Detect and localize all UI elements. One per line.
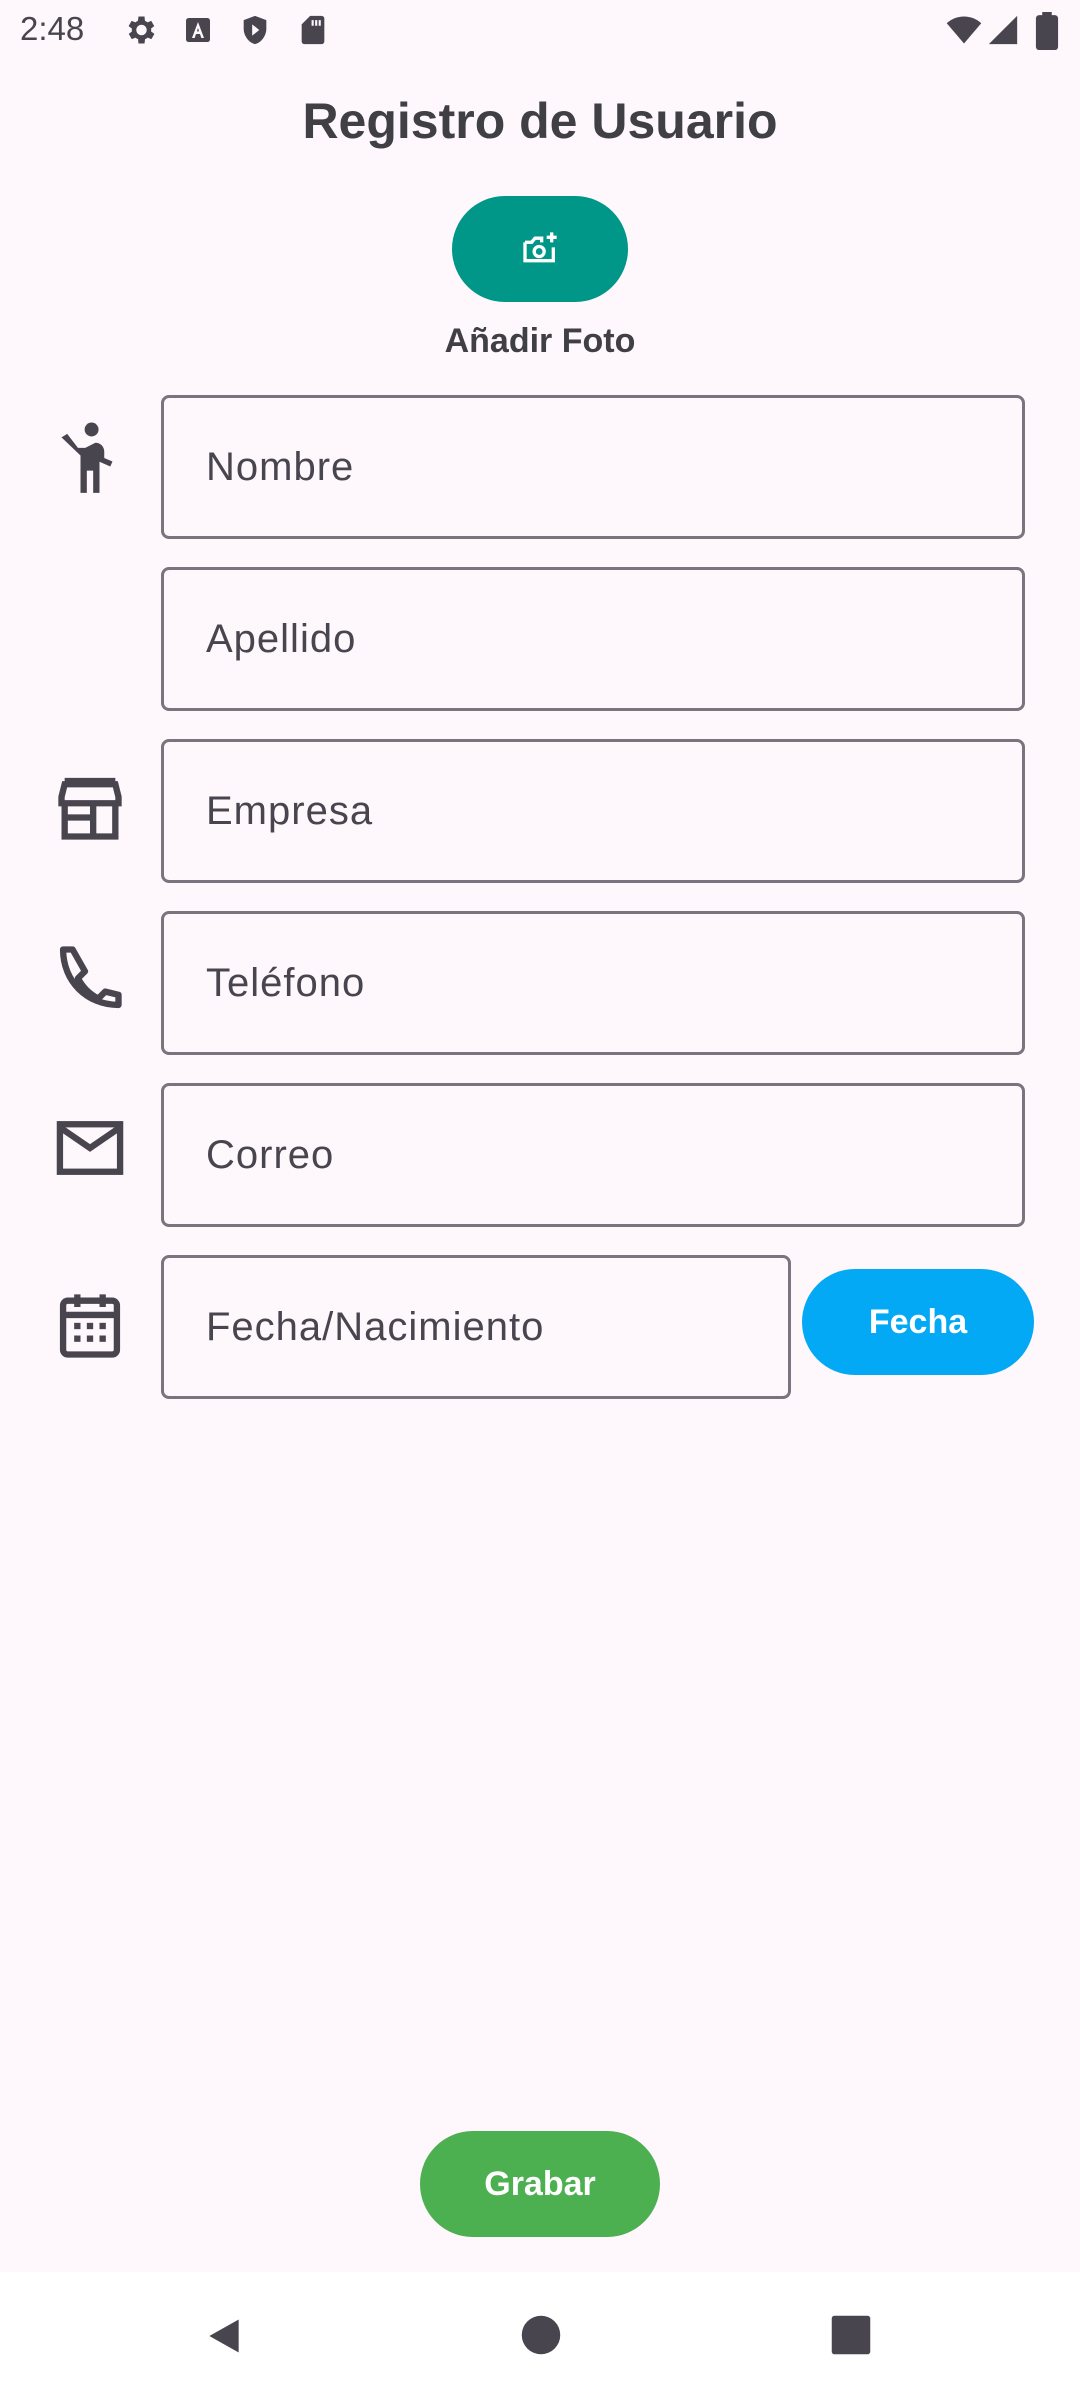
calendar-icon (59, 1294, 121, 1358)
page-title: Registro de Usuario (302, 93, 778, 149)
apellido-field[interactable] (164, 570, 1022, 708)
nombre-field-box (161, 395, 1025, 539)
shield-icon (243, 15, 267, 45)
add-photo-label: Añadir Foto (444, 322, 636, 360)
person-icon (61, 422, 113, 493)
signal-icon (988, 15, 1018, 45)
status-bar: 2:48 (0, 0, 1080, 64)
apellido-field-box (161, 567, 1025, 711)
mail-icon (56, 1121, 124, 1175)
home-icon[interactable] (520, 2314, 562, 2356)
telefono-field[interactable] (164, 914, 1022, 1052)
phone-icon (59, 946, 122, 1009)
add-photo-icon (523, 232, 557, 263)
a-badge-icon (186, 18, 210, 42)
correo-field-box (161, 1083, 1025, 1227)
telefono-field-box (161, 911, 1025, 1055)
add-photo-button[interactable] (452, 196, 628, 302)
battery-icon (1035, 12, 1059, 50)
navigation-bar (0, 2272, 1080, 2400)
back-icon[interactable] (202, 2314, 246, 2358)
grabar-button[interactable]: Grabar (420, 2131, 660, 2237)
sd-card-icon (301, 15, 325, 45)
gear-icon (128, 16, 155, 44)
empresa-field-box (161, 739, 1025, 883)
fecha-field-box (161, 1255, 791, 1399)
nombre-field[interactable] (164, 398, 1022, 536)
fecha-nacimiento-field[interactable] (164, 1258, 788, 1396)
empresa-field[interactable] (164, 742, 1022, 880)
store-icon (58, 777, 122, 840)
recents-icon[interactable] (830, 2314, 872, 2356)
correo-field[interactable] (164, 1086, 1022, 1224)
wifi-icon (946, 16, 982, 44)
status-time: 2:48 (20, 10, 85, 47)
fecha-button[interactable]: Fecha (802, 1269, 1034, 1375)
